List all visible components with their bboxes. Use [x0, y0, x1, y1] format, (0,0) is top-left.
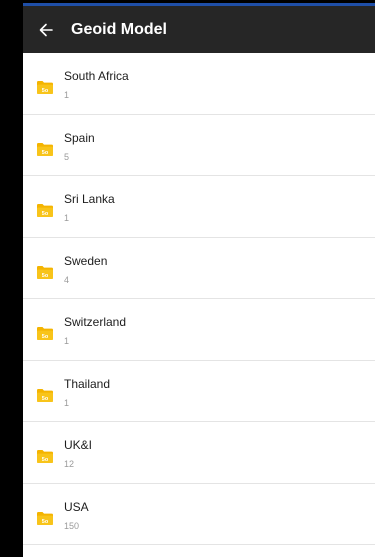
folder-icon: 5o — [37, 388, 53, 402]
list-item[interactable]: 5o Switzerland 1 — [23, 299, 375, 361]
list-item[interactable]: 5o USA 150 — [23, 484, 375, 545]
item-name: Sweden — [64, 253, 108, 268]
folder-icon: 5o — [37, 204, 53, 217]
list-item[interactable]: 5o Sri Lanka 1 — [23, 176, 375, 238]
list-item[interactable]: 5o UK&I 12 — [23, 422, 375, 484]
page-title: Geoid Model — [71, 20, 167, 38]
arrow-left-icon — [39, 23, 53, 37]
item-count: 1 — [64, 397, 70, 408]
item-name: USA — [64, 499, 89, 514]
item-count: 1 — [64, 336, 70, 346]
list-item[interactable]: 5o Thailand 1 — [23, 361, 375, 422]
folder-icon: 5o — [37, 327, 53, 340]
list-item[interactable]: 5o Spain 5 — [23, 115, 375, 176]
device-screen: Geoid Model 5o South Africa 1 5o Spain 5… — [0, 0, 375, 557]
app-window: Geoid Model 5o South Africa 1 5o Spain 5… — [23, 3, 375, 557]
item-count: 12 — [64, 459, 75, 469]
geoid-list: 5o South Africa 1 5o Spain 5 5o Sri Lank… — [23, 53, 375, 557]
folder-icon: 5o — [37, 81, 53, 94]
item-count: 150 — [64, 520, 80, 531]
item-count: 4 — [64, 274, 70, 285]
svg-text:5o: 5o — [42, 88, 49, 94]
folder-icon: 5o — [37, 265, 53, 279]
svg-text:5o: 5o — [42, 211, 49, 217]
item-name: UK&I — [64, 438, 93, 452]
back-button[interactable] — [23, 6, 69, 53]
svg-text:5o: 5o — [42, 396, 49, 402]
item-name: Spain — [64, 130, 95, 145]
item-name: Thailand — [64, 376, 111, 391]
item-name: Switzerland — [64, 315, 127, 329]
svg-text:5o: 5o — [42, 150, 49, 156]
app-bar: Geoid Model — [23, 6, 375, 53]
item-count: 1 — [64, 213, 70, 223]
list-item[interactable]: 5o South Africa 1 — [23, 53, 375, 115]
item-name: Sri Lanka — [64, 192, 115, 206]
item-name: South Africa — [64, 69, 129, 83]
folder-icon: 5o — [37, 511, 53, 525]
folder-icon: 5o — [37, 142, 53, 156]
item-count: 1 — [64, 90, 70, 100]
svg-text:5o: 5o — [42, 334, 49, 340]
list-item[interactable]: 5o Sweden 4 — [23, 238, 375, 299]
svg-text:5o: 5o — [42, 273, 49, 279]
folder-icon: 5o — [37, 450, 53, 463]
item-count: 5 — [64, 151, 70, 162]
svg-text:5o: 5o — [42, 457, 49, 463]
svg-text:5o: 5o — [42, 519, 49, 525]
